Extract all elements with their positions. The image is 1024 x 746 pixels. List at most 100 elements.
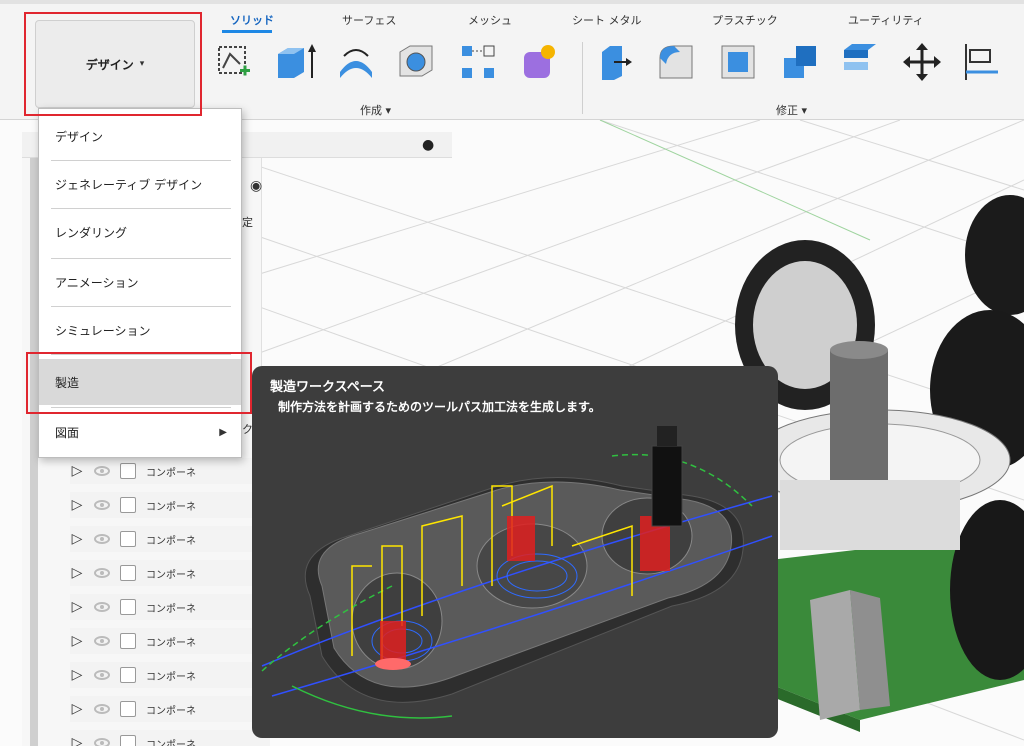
component-box-icon xyxy=(120,497,136,513)
menu-item-generative-design[interactable]: ジェネレーティブ デザイン xyxy=(39,161,241,207)
menu-item-simulation[interactable]: シミュレーション xyxy=(39,307,241,353)
combine-icon[interactable] xyxy=(780,42,820,82)
expand-triangle-icon[interactable]: ▷ xyxy=(70,565,84,581)
component-box-icon xyxy=(120,735,136,746)
component-label: コンポーネ xyxy=(146,535,196,547)
component-row[interactable]: ▷ コンポーネ xyxy=(70,492,270,518)
workspace-menu: デザイン ジェネレーティブ デザイン レンダリング アニメーション シミュレーシ… xyxy=(38,108,242,458)
radio-icon[interactable]: ◉ xyxy=(250,178,262,194)
offset-face-icon[interactable] xyxy=(840,42,880,82)
component-box-icon xyxy=(120,531,136,547)
visibility-eye-icon[interactable] xyxy=(94,466,110,476)
component-label: コンポーネ xyxy=(146,637,196,649)
toolbar-separator xyxy=(582,42,583,114)
component-label: コンポーネ xyxy=(146,569,196,581)
component-row[interactable]: ▷ コンポーネ xyxy=(70,458,270,484)
workspace-label: デザイン xyxy=(85,57,134,72)
menu-item-rendering[interactable]: レンダリング xyxy=(39,209,241,255)
extrude-icon[interactable] xyxy=(274,42,316,82)
component-row[interactable]: ▷ コンポーネ xyxy=(70,594,270,620)
visibility-eye-icon[interactable] xyxy=(94,636,110,646)
menu-item-animation[interactable]: アニメーション xyxy=(39,259,241,305)
menu-item-label: ジェネレーティブ デザイン xyxy=(55,177,203,192)
align-icon[interactable] xyxy=(962,42,1002,82)
component-box-icon xyxy=(120,633,136,649)
tab-plastic[interactable]: プラスチック xyxy=(712,12,778,28)
visibility-eye-icon[interactable] xyxy=(94,602,110,612)
expand-triangle-icon[interactable]: ▷ xyxy=(70,633,84,649)
component-label: コンポーネ xyxy=(146,603,196,615)
tab-sheet-metal[interactable]: シート メタル xyxy=(572,12,642,28)
component-row[interactable]: ▷ コンポーネ xyxy=(70,696,270,722)
visibility-eye-icon[interactable] xyxy=(94,568,110,578)
title-strip xyxy=(0,0,1024,4)
expand-triangle-icon[interactable]: ▷ xyxy=(70,531,84,547)
expand-triangle-icon[interactable]: ▷ xyxy=(70,667,84,683)
tab-mesh[interactable]: メッシュ xyxy=(468,12,512,28)
tab-surface[interactable]: サーフェス xyxy=(342,12,396,28)
expand-triangle-icon[interactable]: ▷ xyxy=(70,735,84,746)
menu-item-label: 製造 xyxy=(55,375,80,390)
toolbar: ソリッド サーフェス メッシュ シート メタル プラスチック ユーティリティ デ… xyxy=(0,0,1024,120)
component-label: コンポーネ xyxy=(146,501,196,513)
component-label: コンポーネ xyxy=(146,739,196,746)
menu-item-label: 図面 xyxy=(55,425,80,440)
component-label: コンポーネ xyxy=(146,467,196,479)
menu-item-manufacture[interactable]: 製造 xyxy=(39,359,241,405)
component-box-icon xyxy=(120,463,136,479)
submenu-arrow-icon: ▶ xyxy=(219,426,227,438)
move-icon[interactable] xyxy=(902,42,942,82)
tooltip-description: 制作方法を計画するためのツールパス加工法を生成します。 xyxy=(278,400,601,414)
chevron-down-icon: ▾ xyxy=(139,59,145,69)
expand-triangle-icon[interactable]: ▷ xyxy=(70,463,84,479)
component-row[interactable]: ▷ コンポーネ xyxy=(70,526,270,552)
tab-utility[interactable]: ユーティリティ xyxy=(848,12,924,28)
menu-item-design[interactable]: デザイン xyxy=(39,113,241,159)
component-row[interactable]: ▷ コンポーネ xyxy=(70,560,270,586)
visibility-eye-icon[interactable] xyxy=(94,534,110,544)
fillet-icon[interactable] xyxy=(656,42,696,82)
pattern-icon[interactable] xyxy=(458,42,498,82)
revolve-icon[interactable] xyxy=(336,42,376,82)
component-label: コンポーネ xyxy=(146,705,196,717)
component-box-icon xyxy=(120,565,136,581)
visibility-eye-icon[interactable] xyxy=(94,670,110,680)
settings-partial-text: 定 xyxy=(242,216,253,229)
tooltip-title: 製造ワークスペース xyxy=(270,380,386,395)
menu-divider xyxy=(51,354,231,355)
menu-item-label: デザイン xyxy=(55,129,104,144)
component-box-icon xyxy=(120,667,136,683)
menu-item-label: シミュレーション xyxy=(55,323,151,338)
menu-item-label: レンダリング xyxy=(55,225,128,240)
new-sketch-icon[interactable] xyxy=(214,42,254,82)
menu-item-drawing[interactable]: 図面 ▶ xyxy=(39,409,241,455)
shell-icon[interactable] xyxy=(718,42,758,82)
toolpath-preview-image xyxy=(261,426,773,719)
modify-group-label[interactable]: 修正 ▾ xyxy=(776,102,807,118)
visibility-eye-icon[interactable] xyxy=(94,500,110,510)
panel-scrollbar[interactable] xyxy=(30,158,38,746)
robot-model xyxy=(735,195,1024,732)
expand-triangle-icon[interactable]: ▷ xyxy=(70,701,84,717)
visibility-eye-icon[interactable] xyxy=(94,738,110,746)
menu-item-label: アニメーション xyxy=(55,275,139,290)
manufacture-tooltip: 製造ワークスペース 制作方法を計画するためのツールパス加工法を生成します。 xyxy=(252,366,778,738)
tab-solid[interactable]: ソリッド xyxy=(230,12,274,28)
component-row[interactable]: ▷ コンポーネ xyxy=(70,730,270,746)
component-box-icon xyxy=(120,701,136,717)
expand-triangle-icon[interactable]: ▷ xyxy=(70,599,84,615)
collapse-panel-icon[interactable]: ● xyxy=(422,137,434,153)
create-group-label[interactable]: 作成 ▾ xyxy=(360,102,391,118)
press-pull-icon[interactable] xyxy=(596,42,636,82)
workspace-switcher-button[interactable]: デザイン ▾ xyxy=(35,20,195,108)
expand-triangle-icon[interactable]: ▷ xyxy=(70,497,84,513)
component-row[interactable]: ▷ コンポーネ xyxy=(70,662,270,688)
active-tab-indicator xyxy=(222,30,272,33)
create-form-icon[interactable] xyxy=(518,42,558,82)
visibility-eye-icon[interactable] xyxy=(94,704,110,714)
component-box-icon xyxy=(120,599,136,615)
menu-divider xyxy=(51,407,231,408)
component-row[interactable]: ▷ コンポーネ xyxy=(70,628,270,654)
hole-icon[interactable] xyxy=(396,42,436,82)
component-label: コンポーネ xyxy=(146,671,196,683)
